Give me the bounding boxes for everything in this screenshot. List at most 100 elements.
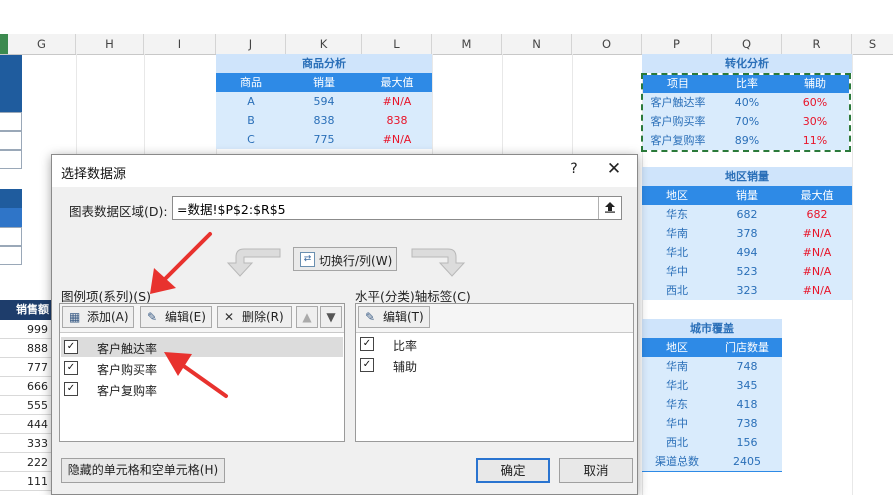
checkbox-icon[interactable]: ✓	[64, 382, 78, 396]
help-icon[interactable]: ?	[565, 161, 583, 177]
table-cell[interactable]: 682	[712, 205, 782, 224]
table-cell[interactable]: B	[216, 111, 286, 130]
checkbox-icon[interactable]: ✓	[64, 361, 78, 375]
cell-fragment[interactable]	[0, 246, 22, 265]
axis-item[interactable]: ✓ 比率	[357, 334, 632, 354]
cell-fragment[interactable]	[0, 189, 22, 208]
cell-fragment[interactable]	[0, 74, 22, 93]
table-cell[interactable]: 523	[712, 262, 782, 281]
table-cell[interactable]: 838	[286, 111, 362, 130]
col-header-j[interactable]: J	[216, 34, 286, 54]
cell-fragment[interactable]	[0, 112, 22, 131]
table-cell[interactable]: 345	[712, 376, 782, 395]
col-header-m[interactable]: M	[432, 34, 502, 54]
col-header-p[interactable]: P	[642, 34, 712, 54]
sales-cell[interactable]: 555	[0, 396, 52, 415]
col-header-n[interactable]: N	[502, 34, 572, 54]
col-header-o[interactable]: O	[572, 34, 642, 54]
col-header-r[interactable]: R	[782, 34, 852, 54]
table-cell[interactable]: 华北	[642, 243, 712, 262]
table-header[interactable]: 最大值	[362, 73, 432, 92]
cell-fragment[interactable]	[0, 150, 22, 169]
switch-row-column-button[interactable]: ⇄ 切换行/列(W)	[293, 247, 397, 271]
cell-fragment[interactable]	[0, 131, 22, 150]
city-table-title[interactable]: 城市覆盖	[642, 319, 782, 338]
table-cell[interactable]: 华南	[642, 224, 712, 243]
table-cell[interactable]: 70%	[713, 112, 781, 131]
table-cell[interactable]: 11%	[781, 131, 849, 150]
table-cell[interactable]: 594	[286, 92, 362, 111]
edit-series-button[interactable]: ✎ 编辑(E)	[140, 306, 212, 328]
table-cell[interactable]: 华东	[642, 395, 712, 414]
sales-cell[interactable]: 777	[0, 358, 52, 377]
chart-range-input[interactable]: =数据!$P$2:$R$5	[172, 196, 622, 220]
table-cell[interactable]: 682	[782, 205, 852, 224]
table-cell[interactable]: 客户购买率	[643, 112, 713, 131]
table-cell[interactable]: 客户触达率	[643, 93, 713, 112]
table-cell[interactable]: 华中	[642, 262, 712, 281]
col-header-l[interactable]: L	[362, 34, 432, 54]
cancel-button[interactable]: 取消	[559, 458, 633, 483]
table-header[interactable]: 辅助	[781, 75, 849, 93]
table-header[interactable]: 地区	[642, 186, 712, 205]
table-cell[interactable]: 60%	[781, 93, 849, 112]
col-header-s[interactable]: S	[852, 34, 893, 54]
move-down-button[interactable]: ▼	[320, 306, 342, 328]
chart-range-value[interactable]: =数据!$P$2:$R$5	[177, 199, 286, 218]
table-header[interactable]: 项目	[643, 75, 713, 93]
table-cell[interactable]: #N/A	[782, 243, 852, 262]
product-table-title[interactable]: 商品分析	[216, 54, 432, 73]
sales-cell[interactable]: 111	[0, 472, 52, 491]
sales-cell[interactable]: 888	[0, 339, 52, 358]
sales-cell[interactable]: 333	[0, 434, 52, 453]
table-cell[interactable]: #N/A	[782, 281, 852, 300]
table-cell[interactable]: 西北	[642, 433, 712, 452]
axis-item[interactable]: ✓ 辅助	[357, 355, 632, 375]
region-table-title[interactable]: 地区销量	[642, 167, 852, 186]
table-cell[interactable]: #N/A	[362, 130, 432, 149]
table-cell[interactable]: 华东	[642, 205, 712, 224]
cell-fragment[interactable]	[0, 227, 22, 246]
table-cell[interactable]: 40%	[713, 93, 781, 112]
table-cell[interactable]: 华南	[642, 357, 712, 376]
table-header[interactable]: 门店数量	[712, 338, 782, 357]
table-cell[interactable]: 华中	[642, 414, 712, 433]
sales-cell[interactable]: 999	[0, 320, 52, 339]
sales-cell[interactable]: 222	[0, 453, 52, 472]
col-header-k[interactable]: K	[286, 34, 362, 54]
sales-cell[interactable]: 444	[0, 415, 52, 434]
table-cell[interactable]: 渠道总数	[642, 452, 712, 471]
table-header[interactable]: 商品	[216, 73, 286, 92]
add-series-button[interactable]: ▦ 添加(A)	[62, 306, 134, 328]
conversion-table-title[interactable]: 转化分析	[642, 54, 852, 73]
table-cell[interactable]: 89%	[713, 131, 781, 150]
ok-button[interactable]: 确定	[476, 458, 550, 483]
table-cell[interactable]: 30%	[781, 112, 849, 131]
table-cell[interactable]: 西北	[642, 281, 712, 300]
close-icon[interactable]: ✕	[605, 159, 623, 179]
table-cell[interactable]: 客户复购率	[643, 131, 713, 150]
table-cell[interactable]: 418	[712, 395, 782, 414]
table-cell[interactable]: 838	[362, 111, 432, 130]
sales-cell[interactable]: 666	[0, 377, 52, 396]
table-cell[interactable]: 2405	[712, 452, 782, 471]
table-cell[interactable]: #N/A	[782, 262, 852, 281]
table-cell[interactable]: #N/A	[362, 92, 432, 111]
table-cell[interactable]: 378	[712, 224, 782, 243]
table-cell[interactable]: A	[216, 92, 286, 111]
hidden-empty-cells-button[interactable]: 隐藏的单元格和空单元格(H)	[61, 458, 225, 483]
sales-header[interactable]: 销售额	[0, 300, 52, 320]
table-header[interactable]: 销量	[712, 186, 782, 205]
cell-fragment[interactable]	[0, 55, 22, 74]
checkbox-icon[interactable]: ✓	[360, 337, 374, 351]
move-up-button[interactable]: ▲	[296, 306, 318, 328]
table-header[interactable]: 地区	[642, 338, 712, 357]
col-header-g[interactable]: G	[8, 34, 76, 54]
edit-axis-button[interactable]: ✎ 编辑(T)	[358, 306, 430, 328]
table-header[interactable]: 最大值	[782, 186, 852, 205]
col-header-h[interactable]: H	[76, 34, 144, 54]
cell-fragment[interactable]	[0, 208, 22, 227]
table-header[interactable]: 销量	[286, 73, 362, 92]
table-cell[interactable]: 323	[712, 281, 782, 300]
collapse-range-icon[interactable]	[598, 197, 621, 219]
